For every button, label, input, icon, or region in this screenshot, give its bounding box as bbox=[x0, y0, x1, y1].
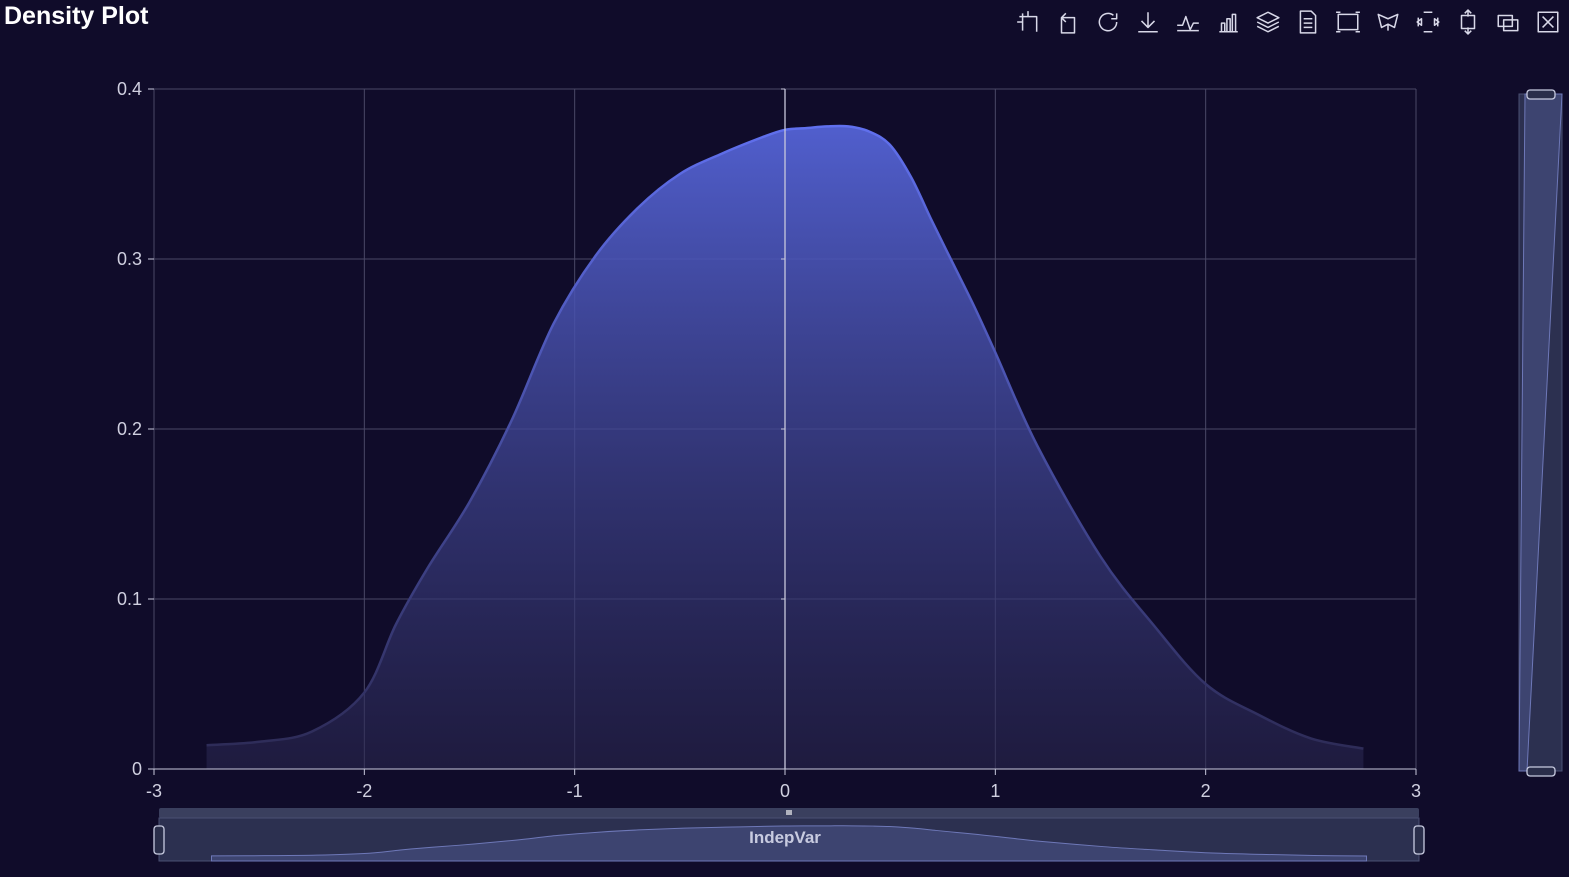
y-tick-label: 0.3 bbox=[117, 249, 142, 269]
y-tick-label: 0.4 bbox=[117, 79, 142, 99]
y-tick-label: 0.2 bbox=[117, 419, 142, 439]
x-tick-label: -2 bbox=[356, 781, 372, 801]
x-tick-label: 1 bbox=[990, 781, 1000, 801]
density-chart: -3 -2 -1 0 1 2 3 0 0.1 0.2 0.3 0.4 IndepVar bbox=[117, 79, 1563, 862]
x-tick-label: 0 bbox=[780, 781, 790, 801]
slider-start-handle[interactable] bbox=[153, 825, 165, 855]
vertical-data-zoom[interactable] bbox=[1518, 89, 1563, 777]
horizontal-data-zoom[interactable]: IndepVar bbox=[153, 808, 1425, 862]
x-tick-label: -1 bbox=[567, 781, 583, 801]
slider-label: IndepVar bbox=[749, 828, 821, 847]
slider-end-handle[interactable] bbox=[1413, 825, 1425, 855]
x-tick-label: 3 bbox=[1411, 781, 1421, 801]
y-tick-label: 0.1 bbox=[117, 589, 142, 609]
v-slider-bottom-handle[interactable] bbox=[1526, 766, 1556, 777]
y-tick-label: 0 bbox=[132, 759, 142, 779]
x-tick-label: -3 bbox=[146, 781, 162, 801]
x-tick-label: 2 bbox=[1201, 781, 1211, 801]
v-slider-top-handle[interactable] bbox=[1526, 89, 1556, 100]
